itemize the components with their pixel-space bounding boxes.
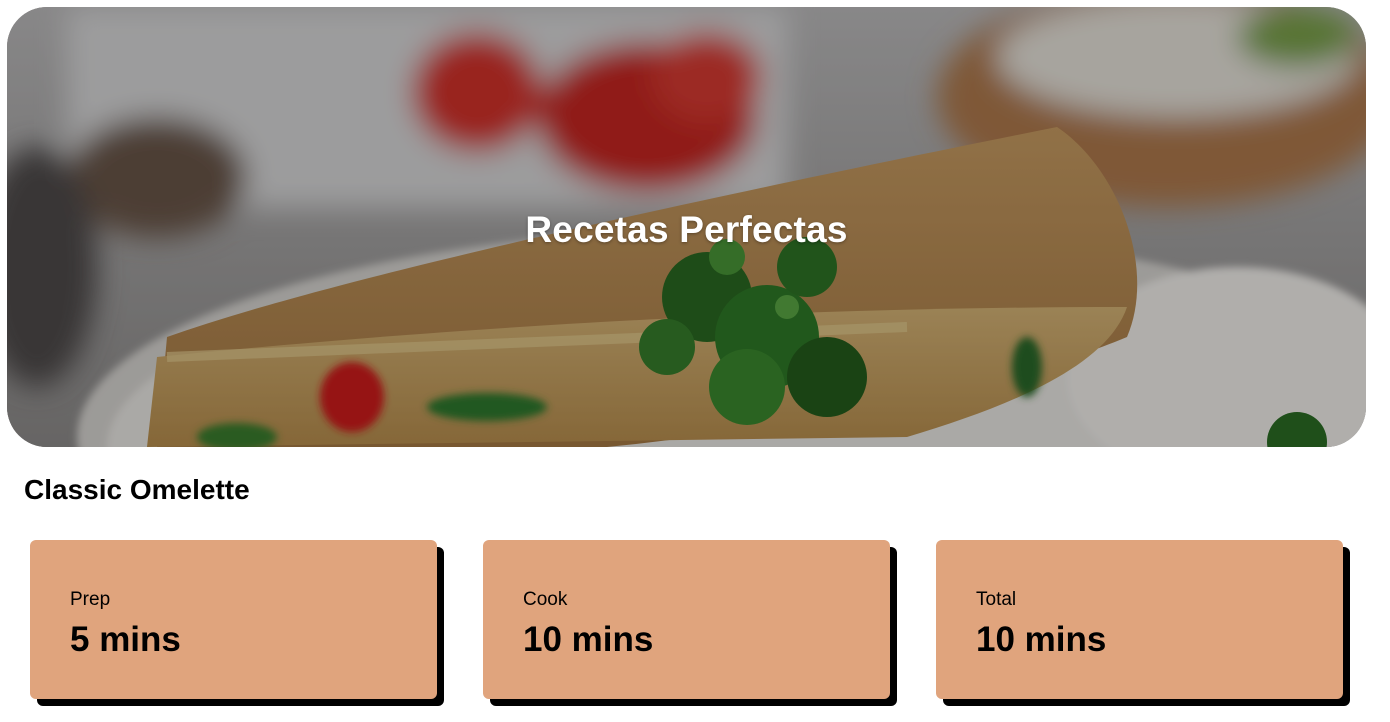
recipe-page: Recetas Perfectas Classic Omelette Prep … [0,0,1390,722]
cook-time-value: 10 mins [523,620,654,659]
total-time-value: 10 mins [976,620,1107,659]
prep-time-card: Prep 5 mins [30,540,437,699]
prep-time-value: 5 mins [70,620,181,659]
cook-time-card: Cook 10 mins [483,540,890,699]
prep-time-label: Prep [70,589,111,610]
recipe-times: Prep 5 mins Cook 10 mins Total 10 mins [30,540,1350,710]
hero-banner: Recetas Perfectas [7,7,1366,447]
recipe-title: Classic Omelette [24,474,250,505]
total-time-label: Total [976,589,1017,610]
total-time-card: Total 10 mins [936,540,1343,699]
hero-title: Recetas Perfectas [525,209,848,250]
cook-time-label: Cook [523,589,568,610]
